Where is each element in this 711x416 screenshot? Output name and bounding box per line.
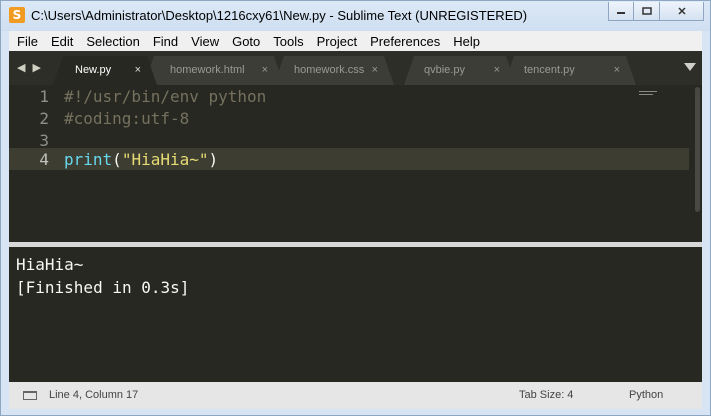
tab-bar: ◀ ▶ homework.css × qvbie.py × tencent.py… (9, 51, 702, 85)
window-controls (608, 2, 704, 22)
tab-new-py[interactable]: New.py × (53, 56, 157, 85)
code-line-print: print("HiaHia~") (64, 150, 218, 169)
tab-close-icon[interactable]: × (135, 56, 141, 85)
editor-scrollbar[interactable] (695, 87, 700, 212)
title-bar[interactable]: S C:\Users\Administrator\Desktop\1216cxy… (1, 1, 710, 31)
tab-qvbie-py[interactable]: qvbie.py × (404, 56, 516, 85)
window-title: C:\Users\Administrator\Desktop\1216cxy61… (31, 8, 528, 23)
close-icon (677, 7, 686, 15)
menu-file[interactable]: File (12, 34, 43, 49)
menu-help[interactable]: Help (448, 34, 485, 49)
cursor-position: Line 4, Column 17 (49, 389, 139, 401)
tab-label: New.py (75, 64, 112, 76)
tab-close-icon[interactable]: × (614, 56, 620, 85)
tab-close-icon[interactable]: × (494, 56, 500, 85)
tab-homework-html[interactable]: homework.html × (144, 56, 284, 85)
tab-close-icon[interactable]: × (372, 56, 378, 85)
code-editor[interactable]: 1 2 3 4 #!/usr/bin/env python #coding:ut… (9, 85, 702, 242)
menu-edit[interactable]: Edit (46, 34, 78, 49)
menu-preferences[interactable]: Preferences (365, 34, 445, 49)
panel-toggle-icon[interactable] (23, 391, 37, 400)
menu-find[interactable]: Find (148, 34, 183, 49)
tab-label: qvbie.py (424, 64, 465, 76)
restore-icon (641, 7, 652, 15)
tab-size-selector[interactable]: Tab Size: 4 (519, 382, 573, 409)
minimap-line (639, 94, 653, 95)
paren-open: ( (112, 150, 122, 169)
menu-tools[interactable]: Tools (268, 34, 308, 49)
minimize-button[interactable] (608, 2, 634, 21)
status-bar: Line 4, Column 17 Tab Size: 4 Python (9, 382, 702, 409)
menu-view[interactable]: View (186, 34, 224, 49)
output-line: [Finished in 0.3s] (16, 278, 190, 297)
sublime-window: S C:\Users\Administrator\Desktop\1216cxy… (0, 0, 711, 416)
line-number-gutter: 1 2 3 4 (9, 85, 55, 242)
minimap-line (639, 91, 657, 92)
sublime-app: File Edit Selection Find View Goto Tools… (9, 31, 702, 409)
tab-nav-arrows-icon[interactable]: ◀ ▶ (17, 61, 43, 74)
tab-label: homework.css (294, 64, 365, 76)
line-number: 2 (39, 109, 49, 128)
restore-button[interactable] (634, 2, 660, 21)
code-line-coding: #coding:utf-8 (64, 109, 190, 128)
tab-label: tencent.py (524, 64, 575, 76)
build-output-panel: HiaHia~ [Finished in 0.3s] (9, 242, 702, 387)
tab-label: homework.html (170, 64, 245, 76)
syntax-selector[interactable]: Python (629, 382, 663, 409)
tab-homework-css[interactable]: homework.css × (274, 56, 394, 85)
output-line: HiaHia~ (16, 255, 84, 274)
menu-project[interactable]: Project (312, 34, 362, 49)
tab-close-icon[interactable]: × (262, 56, 268, 85)
tab-dropdown-icon[interactable] (684, 63, 696, 71)
print-function: print (64, 150, 113, 169)
menu-goto[interactable]: Goto (227, 34, 265, 49)
string-literal: "HiaHia~" (121, 150, 209, 169)
line-number: 3 (39, 131, 49, 150)
menu-bar: File Edit Selection Find View Goto Tools… (9, 31, 702, 51)
sublime-app-icon: S (9, 7, 25, 23)
paren-close: ) (208, 150, 219, 169)
line-number: 1 (39, 87, 49, 106)
minimize-icon (617, 12, 625, 14)
code-line-shebang: #!/usr/bin/env python (64, 87, 267, 106)
close-button[interactable] (660, 2, 704, 21)
line-number: 4 (39, 150, 49, 169)
tab-tencent-py[interactable]: tencent.py × (504, 56, 636, 85)
menu-selection[interactable]: Selection (81, 34, 144, 49)
